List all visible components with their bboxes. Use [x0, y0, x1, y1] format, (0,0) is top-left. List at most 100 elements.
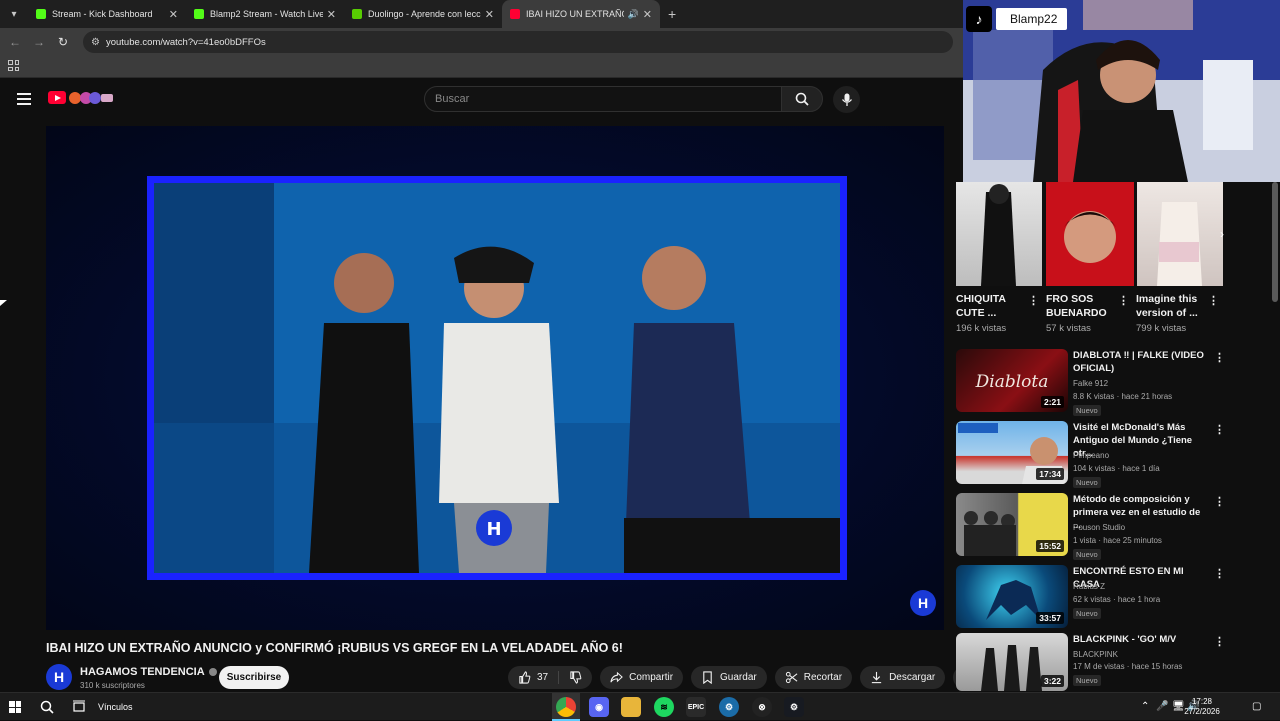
svg-text:Diablota: Diablota — [975, 372, 1049, 392]
taskbar-links-label[interactable]: Vínculos — [98, 702, 133, 712]
site-info-icon[interactable]: ⚙ — [91, 37, 100, 48]
chevron-up-icon[interactable]: ⌃ — [1141, 701, 1149, 712]
close-tab-icon[interactable]: ✕ — [327, 8, 336, 21]
forward-icon[interactable]: → — [27, 35, 51, 49]
system-clock[interactable]: 17:28 27/2/2026 — [1178, 697, 1226, 717]
new-tab-icon[interactable]: + — [668, 6, 676, 22]
apps-grid-icon[interactable] — [8, 60, 19, 71]
video-player[interactable]: H H — [46, 126, 944, 630]
menu-icon[interactable] — [17, 93, 31, 105]
channel-avatar[interactable]: H — [46, 664, 72, 690]
channel-name[interactable]: Pouson Studio — [1073, 523, 1125, 532]
short-thumbnail[interactable] — [956, 182, 1042, 286]
kick-icon — [36, 9, 46, 19]
channel-name[interactable]: Falke 912 — [1073, 379, 1108, 388]
close-tab-icon[interactable]: ✕ — [485, 8, 494, 21]
tab-search-icon[interactable]: ▾ — [4, 4, 24, 24]
close-tab-icon[interactable]: ✕ — [643, 8, 652, 21]
browser-tab-3[interactable]: Duolingo - Aprende con leccio ✕ — [344, 0, 502, 28]
video-thumbnail[interactable]: 17:34 — [956, 421, 1068, 484]
file-explorer-icon[interactable] — [621, 697, 641, 717]
browser-tab-4[interactable]: IBAI HIZO UN EXTRAÑO A 🔊 ✕ — [502, 0, 660, 28]
video-scene-image: H — [154, 183, 840, 573]
browser-tab-strip: ▾ Stream - Kick Dashboard ✕ Blamp2 Strea… — [0, 0, 963, 28]
like-button[interactable]: 37 — [508, 666, 558, 689]
short-menu-icon[interactable]: ⋮ — [1118, 294, 1129, 307]
download-button[interactable]: Descargar — [860, 666, 946, 689]
short-menu-icon[interactable]: ⋮ — [1208, 294, 1219, 307]
short-thumbnail[interactable] — [1046, 182, 1134, 286]
clip-label: Recortar — [803, 672, 843, 683]
youtube-logo-icon[interactable] — [48, 91, 66, 104]
short-title[interactable]: CHIQUITA CUTE ... — [956, 292, 1026, 320]
close-tab-icon[interactable]: ✕ — [169, 8, 178, 21]
video-menu-icon[interactable]: ⋮ — [1214, 567, 1225, 580]
video-thumbnail[interactable]: 33:57 — [956, 565, 1068, 628]
video-thumbnail[interactable]: Diablota 2:21 — [956, 349, 1068, 412]
reload-icon[interactable]: ↻ — [51, 35, 75, 49]
speaker-icon[interactable]: 🔊 — [628, 9, 639, 20]
recommended-video[interactable]: 33:57 ENCONTRÉ ESTO EN MI CASA Rubius Z … — [956, 565, 1226, 629]
microphone-tray-icon[interactable]: 🎤 — [1156, 701, 1168, 712]
chrome-icon[interactable] — [556, 697, 576, 717]
windows-taskbar: Vínculos ◉ ≋ EPIC ⚙ ⊗ ⚙ ⌃ 🎤 🖥 🔊 17:28 27… — [0, 692, 1280, 721]
scissors-icon — [785, 671, 798, 684]
subscribe-button[interactable]: Suscribirse — [219, 666, 289, 689]
channel-name[interactable]: HAGAMOS TENDENCIA — [80, 666, 217, 678]
video-thumbnail[interactable]: 3:22 — [956, 633, 1068, 691]
recommended-video[interactable]: Diablota 2:21 DIABLOTA ‼ | FALKE (VIDEO … — [956, 349, 1226, 416]
youtube-icon — [510, 9, 520, 19]
search-icon — [795, 92, 809, 106]
spotify-icon[interactable]: ≋ — [654, 697, 674, 717]
browser-toolbar: ← → ↻ ⚙ youtube.com/watch?v=41eo0bDFFOs — [0, 28, 963, 56]
address-bar[interactable]: ⚙ youtube.com/watch?v=41eo0bDFFOs — [83, 31, 953, 53]
sidebar-scrollbar[interactable] — [1272, 182, 1278, 302]
dislike-button[interactable] — [559, 666, 592, 689]
video-duration: 17:34 — [1036, 468, 1064, 480]
short-menu-icon[interactable]: ⋮ — [1028, 294, 1039, 307]
youtube-doodle-icon[interactable] — [68, 91, 114, 105]
channel-name[interactable]: BLACKPINK — [1073, 650, 1118, 659]
tab-title: Blamp2 Stream - Watch Live on — [210, 9, 323, 19]
channel-name[interactable]: Rubius Z — [1073, 582, 1105, 591]
save-button[interactable]: Guardar — [691, 666, 767, 689]
short-views: 57 k vistas — [1046, 323, 1091, 334]
video-menu-icon[interactable]: ⋮ — [1214, 635, 1225, 648]
browser-tab-1[interactable]: Stream - Kick Dashboard ✕ — [28, 0, 186, 28]
channel-name[interactable]: Pimpeano — [1073, 451, 1109, 460]
tiktok-icon: ♪ — [966, 6, 992, 32]
video-title[interactable]: BLACKPINK - 'GO' M/V — [1073, 633, 1208, 646]
short-thumbnail[interactable] — [1137, 182, 1223, 286]
video-thumbnail[interactable]: 15:52 — [956, 493, 1068, 556]
back-icon[interactable]: ← — [3, 35, 27, 49]
recommended-video[interactable]: 15:52 Método de composición y primera ve… — [956, 493, 1226, 560]
epic-games-icon[interactable]: EPIC — [686, 697, 706, 717]
share-button[interactable]: Compartir — [600, 666, 684, 689]
youtube-header: Buscar — [0, 80, 963, 120]
notification-icon[interactable]: ▢ — [1252, 701, 1261, 712]
short-title[interactable]: FRO SOS BUENARDO — [1046, 292, 1116, 320]
search-icon[interactable] — [38, 698, 56, 716]
channel-watermark-icon[interactable]: H — [910, 590, 936, 616]
steam-icon[interactable]: ⚙ — [719, 697, 739, 717]
new-badge: Nuevo — [1073, 608, 1101, 619]
video-menu-icon[interactable]: ⋮ — [1214, 351, 1225, 364]
task-view-icon[interactable] — [70, 698, 88, 716]
chevron-right-icon[interactable]: › — [1212, 224, 1232, 244]
browser-tab-2[interactable]: Blamp2 Stream - Watch Live on ✕ — [186, 0, 344, 28]
voice-search-button[interactable] — [833, 86, 860, 113]
video-menu-icon[interactable]: ⋮ — [1214, 495, 1225, 508]
short-title[interactable]: Imagine this version of ... — [1136, 292, 1206, 320]
video-menu-icon[interactable]: ⋮ — [1214, 423, 1225, 436]
clip-button[interactable]: Recortar — [774, 666, 853, 689]
search-button[interactable] — [781, 86, 823, 112]
rockstar-icon[interactable]: ⊗ — [752, 697, 772, 717]
discord-icon[interactable]: ◉ — [589, 697, 609, 717]
windows-start-icon[interactable] — [9, 701, 21, 713]
video-title[interactable]: DIABLOTA ‼ | FALKE (VIDEO OFICIAL) — [1073, 349, 1208, 375]
new-badge: Nuevo — [1073, 477, 1101, 488]
recommended-video[interactable]: 3:22 BLACKPINK - 'GO' M/V BLACKPINK 17 M… — [956, 633, 1226, 691]
recommended-video[interactable]: 17:34 Visité el McDonald's Más Antiguo d… — [956, 421, 1226, 488]
steam-icon[interactable]: ⚙ — [784, 697, 804, 717]
search-input[interactable]: Buscar — [424, 86, 782, 112]
